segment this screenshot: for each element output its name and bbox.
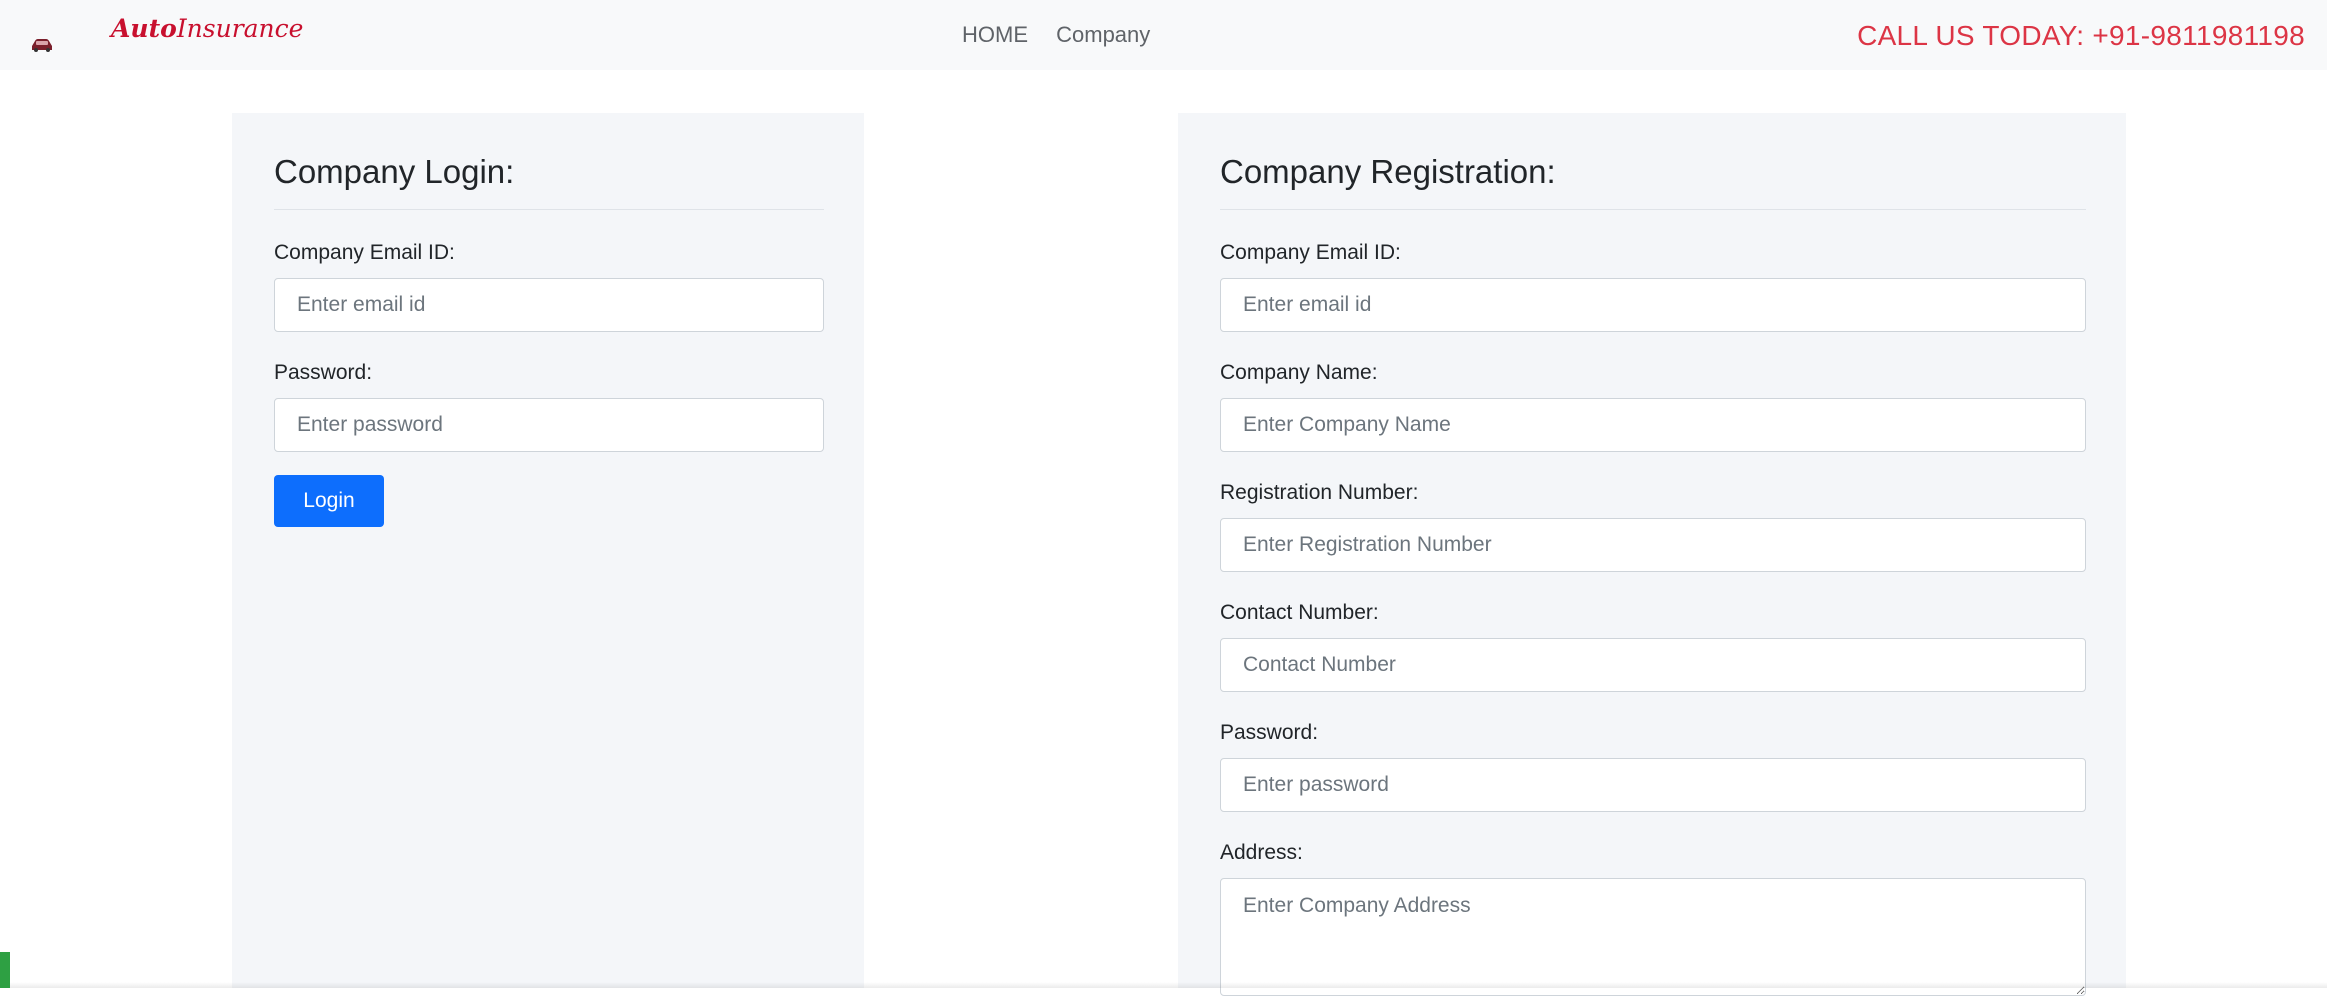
reg-password-label: Password: [1220, 721, 1319, 744]
car-icon[interactable] [30, 38, 54, 52]
reg-contact-number-input[interactable] [1220, 638, 2086, 692]
login-email-label: Company Email ID: [274, 241, 455, 264]
brand-logo-part2: Insurance [176, 14, 304, 43]
reg-registration-number-input[interactable] [1220, 518, 2086, 572]
login-email-input[interactable] [274, 278, 824, 332]
registration-divider [1220, 209, 2086, 210]
nav-links: HOME Company [962, 22, 1150, 48]
login-button[interactable]: Login [274, 475, 384, 527]
login-title: Company Login: [274, 153, 515, 190]
nav-link-home[interactable]: HOME [962, 22, 1028, 48]
login-card: Company Login: Company Email ID: Passwor… [232, 113, 864, 988]
reg-company-name-input[interactable] [1220, 398, 2086, 452]
navbar: AutoInsurance HOME Company CALL US TODAY… [0, 0, 2327, 70]
reg-email-input[interactable] [1220, 278, 2086, 332]
page-bottom-shadow [0, 982, 2327, 988]
reg-address-textarea[interactable] [1220, 878, 2086, 996]
call-us-phone: CALL US TODAY: +91-9811981198 [1857, 20, 2305, 51]
registration-card: Company Registration: Company Email ID: … [1178, 113, 2126, 996]
brand-logo[interactable]: AutoInsurance [111, 13, 303, 45]
login-divider [274, 209, 824, 210]
nav-link-company[interactable]: Company [1056, 22, 1150, 48]
reg-address-label: Address: [1220, 841, 1303, 864]
brand-logo-part1: Auto [111, 14, 177, 43]
reg-email-label: Company Email ID: [1220, 241, 1401, 264]
reg-password-input[interactable] [1220, 758, 2086, 812]
login-password-label: Password: [274, 361, 373, 384]
reg-company-name-label: Company Name: [1220, 361, 1378, 384]
reg-contact-number-label: Contact Number: [1220, 601, 1379, 624]
reg-registration-number-label: Registration Number: [1220, 481, 1419, 504]
side-tab-marker [0, 952, 10, 988]
registration-title: Company Registration: [1220, 153, 1556, 190]
login-password-input[interactable] [274, 398, 824, 452]
